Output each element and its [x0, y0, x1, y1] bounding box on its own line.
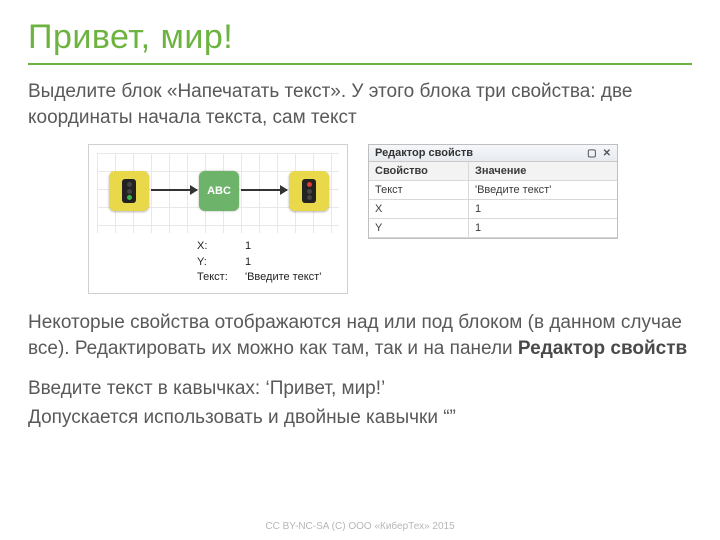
- cell-value[interactable]: 'Введите текст': [469, 181, 617, 199]
- prop-label: X:: [197, 239, 239, 254]
- instruction-line: Допускается использовать и двойные кавыч…: [28, 405, 692, 431]
- cell-value[interactable]: 1: [469, 219, 617, 237]
- print-text-block[interactable]: ABC: [199, 171, 239, 211]
- prop-label: Y:: [197, 255, 239, 270]
- table-row[interactable]: Текст 'Введите текст': [369, 181, 617, 200]
- table-row[interactable]: Y 1: [369, 219, 617, 238]
- page-title: Привет, мир!: [28, 18, 692, 65]
- traffic-light-icon: [302, 179, 316, 203]
- close-icon[interactable]: ✕: [603, 148, 611, 159]
- prop-label: Текст:: [197, 270, 239, 285]
- column-header: Свойство: [369, 162, 469, 180]
- start-block[interactable]: [109, 171, 149, 211]
- traffic-light-icon: [122, 179, 136, 203]
- arrow-icon: [241, 189, 287, 191]
- panel-title: Редактор свойств: [375, 147, 473, 159]
- body-text: Некоторые свойства отображаются над или …: [28, 310, 692, 361]
- cell-key: Y: [369, 219, 469, 237]
- block-inline-props: X: 1 Y: 1 Текст: 'Введите текст': [97, 239, 339, 285]
- body-text-bold: Редактор свойств: [518, 338, 687, 359]
- footer-license: CC BY-NC-SA (C) ООО «КиберТех» 2015: [0, 521, 720, 532]
- end-block[interactable]: [289, 171, 329, 211]
- cell-value[interactable]: 1: [469, 200, 617, 218]
- diagram-canvas: ABC: [97, 153, 339, 233]
- block-diagram: ABC X: 1 Y: 1 Текст: 'Введите текст': [88, 144, 348, 294]
- prop-value: 1: [245, 255, 251, 270]
- cell-key: Текст: [369, 181, 469, 199]
- cell-key: X: [369, 200, 469, 218]
- column-header: Значение: [469, 162, 617, 180]
- prop-value: 1: [245, 239, 251, 254]
- prop-value: 'Введите текст': [245, 270, 321, 285]
- figures-row: ABC X: 1 Y: 1 Текст: 'Введите текст' Редакт…: [88, 144, 692, 294]
- property-editor-panel: Редактор свойств ▢ ✕ Свойство Значение Т…: [368, 144, 618, 239]
- intro-text: Выделите блок «Напечатать текст». У этог…: [28, 79, 692, 130]
- instruction-line: Введите текст в кавычках: ‘Привет, мир!’: [28, 376, 692, 402]
- table-row[interactable]: X 1: [369, 200, 617, 219]
- undock-icon[interactable]: ▢: [587, 148, 596, 159]
- arrow-icon: [151, 189, 197, 191]
